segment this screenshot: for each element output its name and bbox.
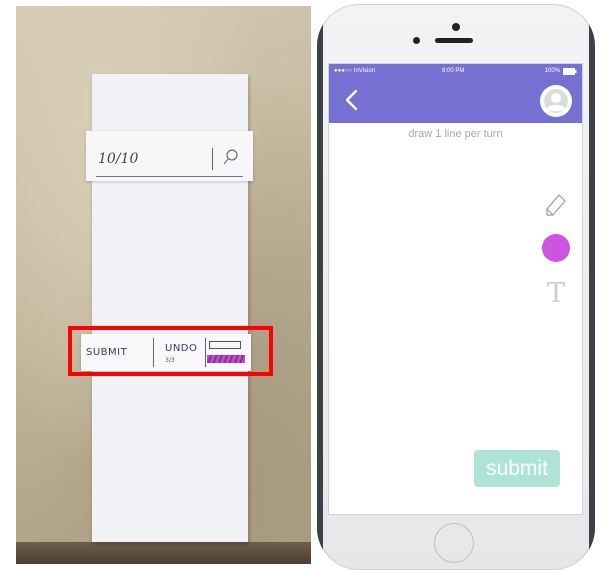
home-button[interactable] (434, 523, 474, 563)
back-chevron-icon[interactable] (341, 88, 363, 112)
red-highlight-box (68, 326, 273, 376)
avatar-icon[interactable] (540, 85, 572, 117)
pencil-icon[interactable] (539, 189, 569, 219)
floor (16, 542, 311, 564)
earpiece-speaker (435, 38, 473, 43)
sketch-rule (96, 176, 243, 177)
sketch-score: 10/10 (98, 151, 139, 167)
status-battery: 100% (544, 68, 560, 74)
paper-prototype-photo: 10/10 SUBMIT UNDO 3/3 (16, 6, 311, 564)
nav-bar (329, 79, 582, 123)
app-screen: ●●●○○ InVision 8:00 PM 100% draw 1 line … (328, 63, 583, 515)
sketch-search-icon (223, 149, 238, 165)
proximity-sensor (413, 37, 420, 44)
sketch-divider (212, 148, 213, 170)
status-carrier: ●●●○○ InVision (334, 68, 376, 74)
text-icon[interactable]: T (542, 279, 570, 309)
iphone-mockup: ●●●○○ InVision 8:00 PM 100% draw 1 line … (317, 4, 595, 570)
status-time: 8:00 PM (442, 68, 465, 74)
color-swatch[interactable] (542, 234, 570, 262)
front-camera (452, 23, 460, 31)
turn-hint: draw 1 line per turn (408, 128, 503, 140)
status-bar: ●●●○○ InVision 8:00 PM 100% (329, 64, 582, 79)
paper-header-strip: 10/10 (86, 131, 253, 181)
battery-icon (563, 68, 577, 75)
submit-button[interactable]: submit (474, 450, 560, 487)
